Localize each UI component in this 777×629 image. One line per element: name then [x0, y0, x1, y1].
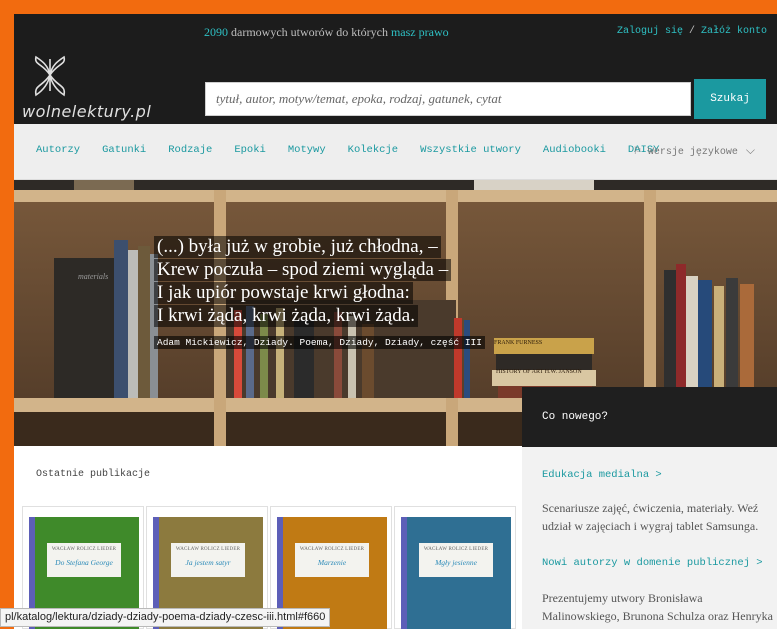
nav-item-collections[interactable]: Kolekcje — [348, 144, 398, 156]
collection-tagline: 2090 darmowych utworów do których masz p… — [204, 25, 449, 40]
nav-items: Autorzy Gatunki Rodzaje Epoki Motywy Kol… — [36, 144, 681, 156]
browser-status-url: pl/katalog/lektura/dziady-dziady-poema-d… — [0, 608, 331, 627]
nav-item-epochs[interactable]: Epoki — [234, 144, 266, 156]
news-text: Prezentujemy utwory Bronisława Malinowsk… — [542, 591, 773, 623]
book-author: WACŁAW ROLICZ LIEDER — [299, 547, 365, 552]
cover-label: WACŁAW ROLICZ LIEDER Mgły jesienne — [419, 543, 493, 577]
book-author: WACŁAW ROLICZ LIEDER — [423, 547, 489, 552]
recent-publications-title: Ostatnie publikacje — [36, 469, 151, 480]
book-title: Marzenie — [317, 558, 347, 567]
cover-label: WACŁAW ROLICZ LIEDER Do Stefana George — [47, 543, 121, 577]
language-label: Wersje językowe — [647, 147, 738, 158]
quote-source[interactable]: Adam Mickiewicz, Dziady. Poema, Dziady, … — [154, 336, 485, 349]
search-button[interactable]: Szukaj — [694, 79, 766, 119]
news-heading-box: Co nowego? — [522, 387, 777, 447]
book-spine-label: materials — [78, 272, 109, 281]
nav-item-genres[interactable]: Gatunki — [102, 144, 146, 156]
book-cover: WACŁAW ROLICZ LIEDER Mgły jesienne — [401, 517, 511, 629]
login-link[interactable]: Zaloguj się — [617, 26, 683, 37]
cover-label: WACŁAW ROLICZ LIEDER Ja jestem satyr — [171, 543, 245, 577]
news-link[interactable]: Nowi autorzy w domenie publicznej > — [542, 557, 763, 569]
search-field[interactable] — [205, 82, 691, 116]
account-links: Zaloguj się / Załóż konto — [617, 26, 767, 37]
shelf-book-label: FRANK FURNESS — [494, 340, 543, 346]
tagline-text: darmowych utworów do których — [228, 25, 391, 39]
nav-item-themes[interactable]: Motywy — [288, 144, 326, 156]
book-card[interactable]: WACŁAW ROLICZ LIEDER Mgły jesienne — [394, 506, 516, 629]
quote-line: Krew poczuła – spod ziemi wygląda – — [154, 259, 452, 281]
news-link[interactable]: Edukacja medialna > — [542, 469, 662, 481]
browser-frame-top — [0, 0, 777, 14]
search-input[interactable] — [206, 83, 690, 115]
book-author: WACŁAW ROLICZ LIEDER — [51, 547, 117, 552]
rights-link[interactable]: masz prawo — [391, 25, 449, 39]
news-text: Scenariusze zajęć, ćwiczenia, materiały.… — [542, 501, 759, 533]
book-title: Do Stefana George — [55, 558, 113, 567]
register-link[interactable]: Załóż konto — [701, 26, 767, 37]
quote-line: I jak upiór powstaje krwi głodna: — [154, 282, 413, 304]
main-nav: Autorzy Gatunki Rodzaje Epoki Motywy Kol… — [14, 124, 777, 180]
cover-label: WACŁAW ROLICZ LIEDER Marzenie — [295, 543, 369, 577]
flag-icon: ⚐ — [632, 147, 648, 158]
shelf-book-label: HISTORY OF ART H.W. JANSON — [496, 369, 582, 375]
work-count: 2090 — [204, 25, 228, 39]
book-spine — [401, 517, 407, 629]
logo-flower-icon — [34, 55, 66, 97]
quote-line: I krwi żąda, krwi żąda, krwi żąda. — [154, 305, 418, 327]
logo-wordmark: wolnelektury.pl — [22, 102, 152, 121]
site-logo[interactable]: wolnelektury.pl — [22, 55, 152, 121]
quote-line: (...) była już w grobie, już chłodna, – — [154, 236, 441, 258]
nav-item-audiobooks[interactable]: Audiobooki — [543, 144, 606, 156]
nav-item-kinds[interactable]: Rodzaje — [168, 144, 212, 156]
nav-item-all-works[interactable]: Wszystkie utwory — [420, 144, 521, 156]
book-author: WACŁAW ROLICZ LIEDER — [175, 547, 241, 552]
book-title: Mgły jesienne — [435, 558, 477, 567]
chevron-down-icon: ⌵ — [745, 144, 755, 158]
news-sidebar: Edukacja medialna > Scenariusze zajęć, ć… — [522, 447, 777, 629]
language-selector[interactable]: ⚐ Wersje językowe ⌵ — [633, 144, 755, 158]
browser-frame-left — [0, 0, 14, 629]
book-title: Ja jestem satyr — [185, 558, 231, 567]
news-title: Co nowego? — [542, 411, 609, 423]
account-separator: / — [682, 26, 701, 37]
quote-overlay[interactable]: (...) była już w grobie, już chłodna, – … — [154, 236, 485, 350]
nav-item-authors[interactable]: Autorzy — [36, 144, 80, 156]
